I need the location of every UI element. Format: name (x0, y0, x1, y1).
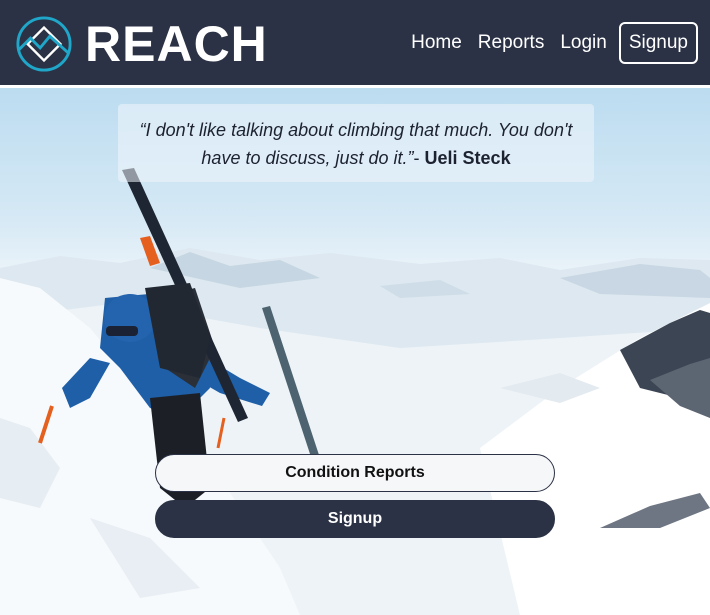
nav-home-link[interactable]: Home (411, 32, 462, 54)
navbar: REACH Home Reports Login Signup (0, 0, 710, 88)
nav-reports-link[interactable]: Reports (478, 32, 545, 54)
mountain-diamond-icon (16, 16, 72, 72)
signup-button[interactable]: Signup (155, 500, 555, 538)
quote-author: Ueli Steck (424, 148, 511, 168)
nav-login-link[interactable]: Login (560, 32, 607, 54)
nav-signup-button[interactable]: Signup (618, 22, 698, 64)
quote-box: “I don't like talking about climbing tha… (118, 104, 594, 182)
nav-links: Home Reports Login Signup (395, 22, 698, 64)
condition-reports-button[interactable]: Condition Reports (155, 454, 555, 492)
hero-section: “I don't like talking about climbing tha… (0, 88, 710, 615)
brand-name: REACH (85, 16, 268, 72)
quote-dash: - (413, 148, 425, 168)
brand[interactable]: REACH (15, 14, 268, 74)
